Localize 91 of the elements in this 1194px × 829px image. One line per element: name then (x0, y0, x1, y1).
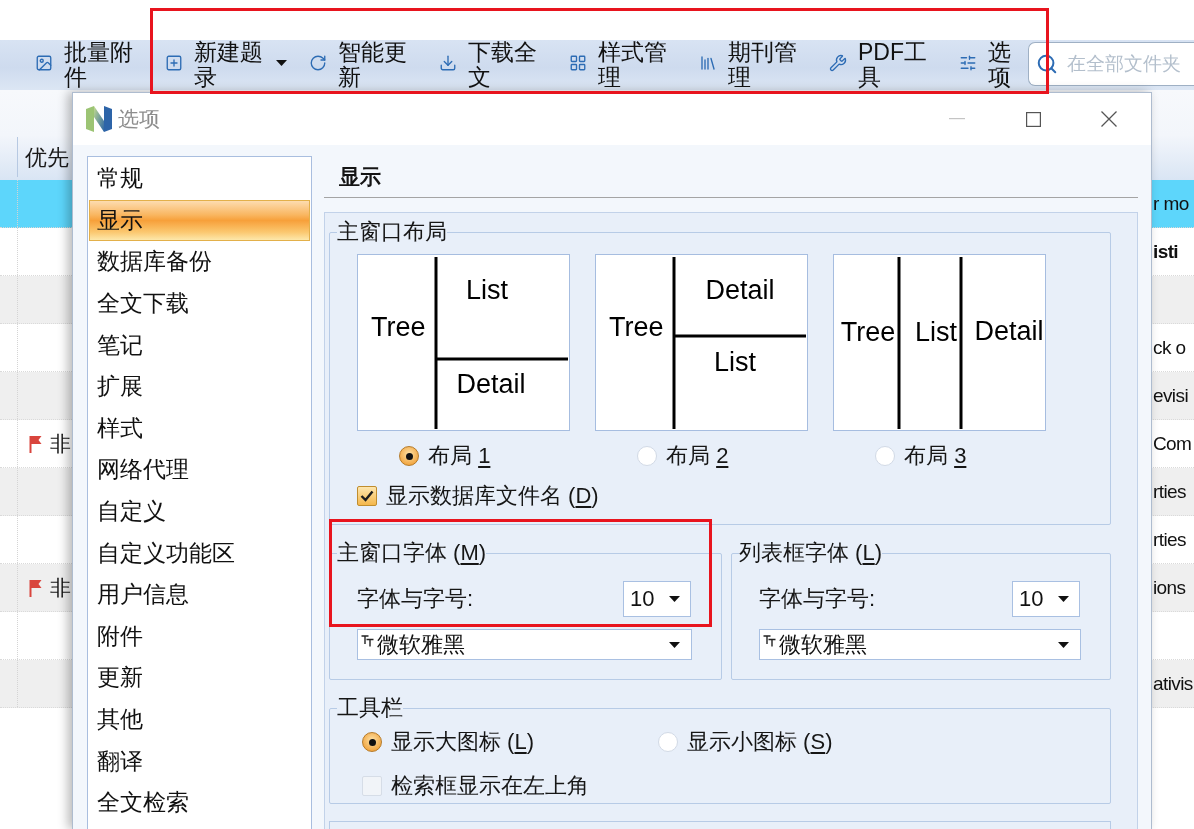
category-item[interactable]: 网络代理 (89, 449, 310, 491)
caret-icon (1058, 641, 1069, 648)
category-item[interactable]: 自定义 (89, 490, 310, 533)
priority-text: 非 (50, 574, 71, 601)
pane-label: Detail (456, 369, 526, 399)
category-item[interactable]: 笔记 (89, 324, 310, 366)
font-type-icon (361, 635, 374, 647)
toolbar-button[interactable]: 样式管理 (569, 40, 669, 90)
minimize-icon (949, 118, 965, 120)
title-text: isti (1153, 240, 1180, 263)
layout-preview[interactable]: Tree List Detail (833, 254, 1046, 431)
font-size-dropdown[interactable]: 10 (623, 581, 691, 617)
field-label: 字体与字号: (357, 585, 474, 613)
category-item[interactable]: 全文检索 (89, 781, 310, 824)
radio-label[interactable]: 布局 1 (428, 441, 491, 471)
pane-label: List (714, 347, 756, 377)
app-logo-icon (85, 105, 113, 133)
category-item[interactable]: 显示 (89, 199, 310, 242)
toolbar-button[interactable]: 下载全文 (439, 40, 539, 90)
pane-label: Tree (609, 312, 664, 342)
checkbox[interactable] (357, 486, 377, 506)
toolbar-button[interactable]: 新建题录 (165, 40, 287, 90)
picture-icon (35, 54, 53, 72)
title-text: rties (1153, 480, 1187, 503)
toolbar-button[interactable]: PDF工具 (829, 40, 929, 90)
category-item[interactable]: 数据库备份 (89, 241, 310, 283)
title-text: r mo (1153, 192, 1190, 215)
pane-label: Tree (840, 317, 896, 347)
group-title: 主窗口字体 (M) (337, 540, 487, 566)
pane-label: List (915, 317, 957, 347)
search-field[interactable]: 在全部文件夹 (1028, 42, 1194, 86)
radio-label[interactable]: 布局 3 (904, 441, 967, 471)
radio-button[interactable] (399, 446, 419, 466)
font-dropdown[interactable]: 微软雅黑 (357, 629, 692, 660)
refresh-icon (309, 54, 327, 72)
category-item[interactable]: 样式 (89, 407, 310, 450)
grid-icon (569, 54, 587, 72)
pane-label: Tree (371, 312, 426, 342)
priority-text: 非 (50, 430, 71, 457)
category-item[interactable]: 自定义功能区 (89, 532, 310, 574)
title-text: ions (1153, 576, 1187, 599)
font-type-icon (763, 635, 776, 647)
caret-icon (669, 596, 680, 602)
pane-label: Detail (974, 316, 1044, 346)
category-item[interactable]: 附件 (89, 615, 310, 658)
field-label: 字体与字号: (759, 585, 876, 613)
column-header[interactable]: 优先 (18, 135, 69, 180)
group-title: 工具栏 (337, 695, 403, 721)
wrench-icon (829, 54, 847, 72)
font-dropdown[interactable]: 微软雅黑 (759, 629, 1081, 660)
layout-preview[interactable]: Tree Detail List (595, 254, 808, 431)
search-icon (1036, 53, 1058, 75)
title-text: ck o (1153, 336, 1187, 359)
group-title: 列表框字体 (L) (739, 540, 883, 566)
category-item[interactable]: 全文下载 (89, 282, 310, 325)
radio-button[interactable] (362, 732, 382, 752)
category-item[interactable]: 用户信息 (89, 573, 310, 616)
download-icon (439, 54, 457, 72)
font-size-dropdown[interactable]: 10 (1012, 581, 1080, 617)
title-text: ativis (1153, 672, 1194, 695)
category-item[interactable]: 常规 (89, 158, 310, 200)
plus-square-icon (165, 54, 183, 72)
checkbox-label[interactable]: 显示数据库文件名 (D) (386, 481, 599, 511)
dialog-title: 选项 (118, 106, 160, 132)
pane-label: List (466, 275, 508, 305)
category-item[interactable]: 更新 (89, 657, 310, 699)
toolbar-button[interactable]: 选项 (959, 40, 1012, 90)
close-icon (1101, 111, 1117, 127)
books-icon (699, 54, 717, 72)
toolbar-button[interactable]: 批量附件 (35, 40, 135, 90)
toolbar-button[interactable]: 期刊管理 (699, 40, 799, 90)
radio-label[interactable]: 显示大图标 (L) (391, 727, 535, 757)
category-item[interactable]: 扩展 (89, 365, 310, 408)
title-text: Com (1153, 432, 1193, 455)
title-text: evisi (1153, 384, 1189, 407)
maximize-icon (1025, 111, 1041, 127)
radio-label[interactable]: 布局 2 (666, 441, 729, 471)
group-title: 主窗口布局 (337, 219, 447, 245)
pane-label: Detail (705, 275, 775, 305)
radio-label[interactable]: 显示小图标 (S) (687, 727, 833, 757)
checkbox-label[interactable]: 检索框显示在左上角 (391, 771, 589, 801)
caret-icon (669, 641, 680, 648)
layout-preview[interactable]: Tree List Detail (357, 254, 570, 431)
category-item[interactable]: 翻译 (89, 740, 310, 782)
category-item[interactable]: 其他 (89, 698, 310, 741)
caret-icon (1058, 596, 1069, 602)
sliders-icon (959, 54, 977, 72)
page-title: 显示 (339, 163, 381, 190)
checkmark-icon (360, 490, 374, 502)
title-text: rties (1153, 528, 1187, 551)
toolbar-button[interactable]: 智能更新 (309, 40, 409, 90)
